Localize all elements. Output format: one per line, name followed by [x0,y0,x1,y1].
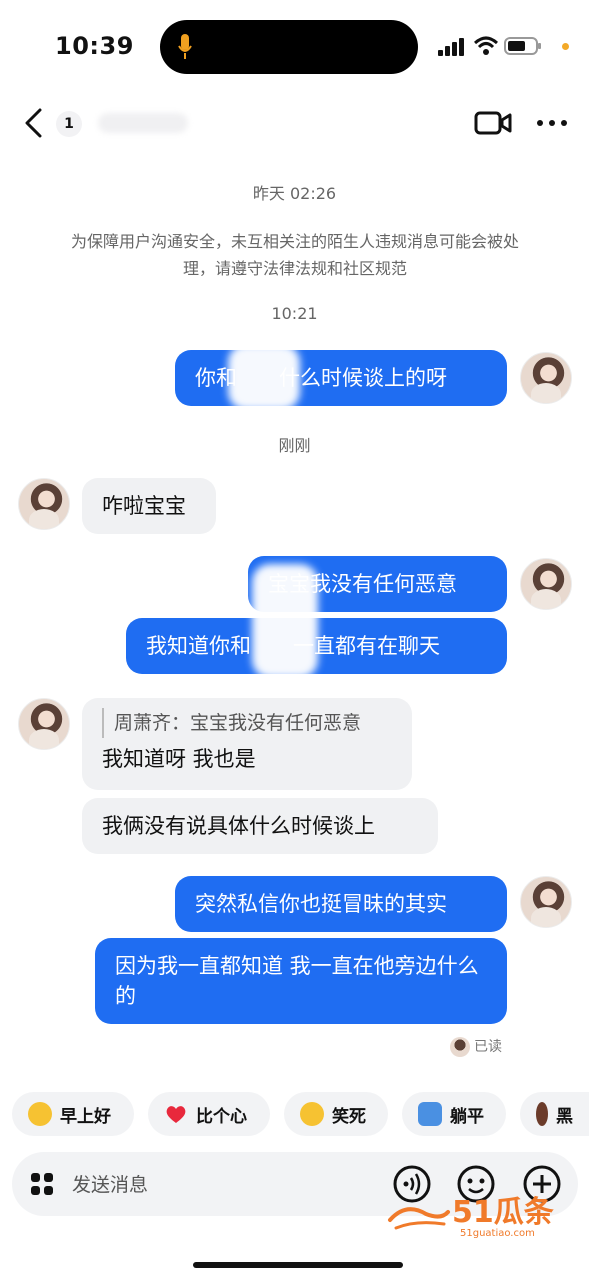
chip-label: 比个心 [196,1106,247,1127]
more-options-icon[interactable] [536,119,568,127]
status-time: 10:39 [55,32,134,60]
message-text: 突然私信你也挺冒昧的其实 [195,892,447,916]
redaction-smear [252,564,318,678]
laughing-emoji-icon [300,1102,324,1126]
sunglasses-emoji-icon [28,1102,52,1126]
message-text: 我俩没有说具体什么时候谈上 [102,814,375,838]
dynamic-island [160,20,418,74]
status-bar: 10:39 [0,0,589,90]
message-input[interactable] [70,1164,374,1206]
quick-reply-chip[interactable]: 早上好 [12,1092,134,1136]
timestamp: 10:21 [271,304,318,323]
svg-text:51guatiao.com: 51guatiao.com [460,1228,535,1239]
my-avatar[interactable] [520,876,572,928]
chat-header: 1 [0,95,589,155]
outgoing-message[interactable]: 因为我一直都知道 我一直在他旁边什么的 [95,938,507,1024]
privacy-indicator-dot [562,43,569,50]
incoming-message[interactable]: 咋啦宝宝 [82,478,216,534]
home-indicator [193,1262,403,1268]
wifi-icon [474,36,498,55]
quick-reply-bar: 早上好 比个心 笑死 躺平 黑 [0,1092,589,1136]
safety-notice: 为保障用户沟通安全，未互相关注的陌生人违规消息可能会被处理，请遵守法律法规和社区… [70,232,519,278]
contact-avatar[interactable] [18,478,70,530]
timestamp: 刚刚 [278,436,311,455]
outgoing-message[interactable]: 突然私信你也挺冒昧的其实 [175,876,507,932]
timestamp: 昨天 02:26 [252,184,337,203]
outgoing-message[interactable]: 你和 什么时候谈上的呀 [175,350,507,406]
incoming-message[interactable]: 我俩没有说具体什么时候谈上 [82,798,438,854]
dark-emoji-icon [536,1102,548,1126]
redaction-smear [228,344,300,410]
read-receipt: 已读 [450,1036,502,1058]
chip-label: 躺平 [450,1106,484,1127]
message-text: 我知道呀 我也是 [102,747,256,771]
contact-name-redacted [98,113,188,133]
my-avatar[interactable] [520,352,572,404]
unread-count-badge: 1 [56,111,82,137]
message-text: 咋啦宝宝 [102,494,186,518]
microphone-icon [178,34,192,59]
incoming-message-with-quote[interactable]: 周萧齐：宝宝我没有任何恶意 我知道呀 我也是 [82,698,412,790]
svg-text:51瓜条: 51瓜条 [452,1195,554,1230]
video-call-icon[interactable] [474,109,512,137]
contact-avatar[interactable] [18,698,70,750]
back-chevron-icon[interactable] [22,107,44,139]
read-status-text: 已读 [474,1039,502,1055]
site-watermark: 51瓜条 51guatiao.com [388,1195,554,1239]
chip-label: 早上好 [60,1106,111,1127]
my-avatar[interactable] [520,558,572,610]
message-text: 因为我一直都知道 我一直在他旁边什么的 [115,954,479,1008]
quick-reply-chip[interactable]: 笑死 [284,1092,388,1136]
red-heart-icon [166,1106,186,1123]
quick-reply-chip[interactable]: 比个心 [148,1092,270,1136]
cellular-signal-icon [438,38,464,56]
battery-icon [504,37,541,55]
read-avatar [450,1037,470,1057]
quick-reply-chip[interactable]: 躺平 [402,1092,506,1136]
chip-label: 笑死 [332,1106,366,1127]
apps-grid-icon[interactable] [30,1172,54,1196]
chip-label: 黑 [556,1106,573,1127]
quoted-message: 周萧齐：宝宝我没有任何恶意 [102,708,392,738]
quick-reply-chip[interactable]: 黑 [520,1092,589,1136]
lying-flat-emoji-icon [418,1102,442,1126]
